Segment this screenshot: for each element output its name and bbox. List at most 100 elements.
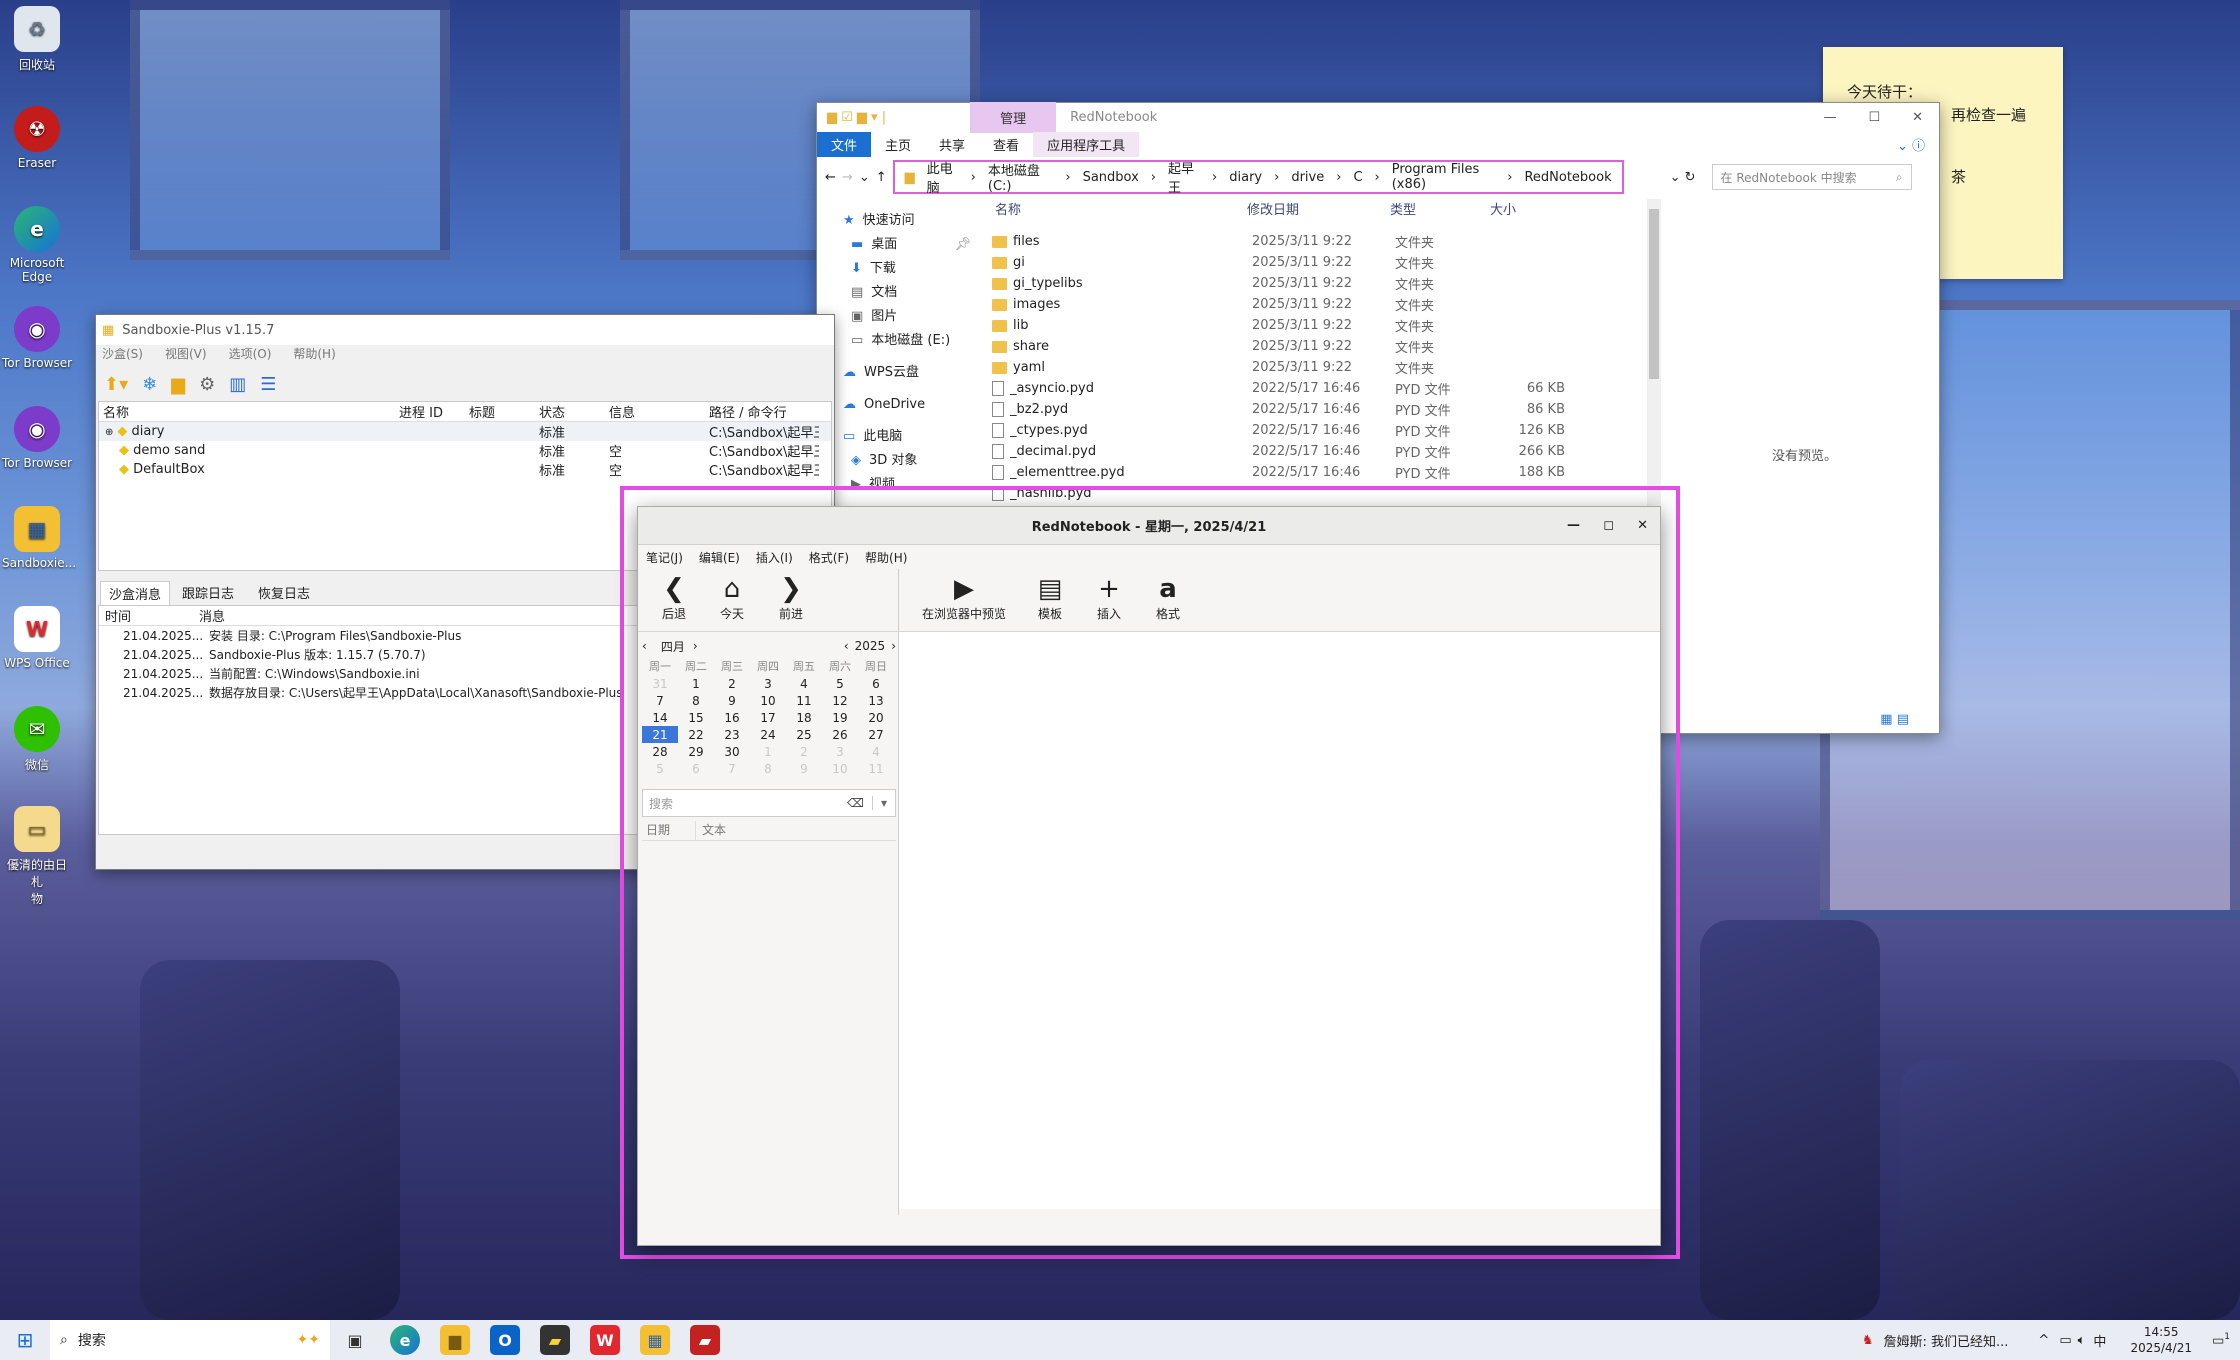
column-text[interactable]: 文本 [696,821,726,840]
column-name[interactable]: 名称 [987,199,1247,223]
breadcrumb-item[interactable]: 此电脑 [927,158,959,196]
calendar-day[interactable]: 3 [750,675,786,692]
nav-drive-e[interactable]: ▭ 本地磁盘 (E:) [817,329,977,353]
calendar-day[interactable]: 11 [786,692,822,709]
maximize-icon[interactable]: ◻ [1603,518,1614,533]
format-button[interactable]: a 格式 [1148,575,1188,622]
clock[interactable]: 14:55 2025/4/21 [2130,1324,2192,1356]
file-row[interactable]: _decimal.pyd 2022/5/17 16:46 PYD 文件 266 KB [992,441,1565,462]
today-button[interactable]: ⌂ 今天 [712,575,752,622]
desktop-icon-recycle-bin[interactable]: ♻ 回收站 [2,6,72,73]
forward-arrow-icon[interactable]: → [842,170,853,185]
list-icon[interactable]: ☰ [260,374,276,395]
notification-center-icon[interactable]: ▭1 [2212,1332,2230,1348]
calendar-day[interactable]: 10 [822,760,858,777]
gear-icon[interactable]: ⚙ [199,374,215,395]
editor-area[interactable] [899,632,1660,1209]
calendar-day[interactable]: 29 [678,743,714,760]
tray-chevron-icon[interactable]: ^ [2038,1333,2049,1348]
file-row[interactable]: _ctypes.pyd 2022/5/17 16:46 PYD 文件 126 KB [992,420,1565,441]
search-input[interactable]: 在 RedNotebook 中搜索 ⌕ [1711,164,1912,190]
calendar-day[interactable]: 4 [858,743,894,760]
desktop-icon-tor-2[interactable]: ◉ Tor Browser [2,406,72,470]
sandbox-row[interactable]: ◆ demo sand 标准空 C:\Sandbox\起早王 [99,441,831,460]
tab-view[interactable]: 查看 [979,132,1033,157]
column-name[interactable]: 名称 [99,402,399,421]
breadcrumb-item[interactable]: Program Files (x86) [1392,162,1496,192]
breadcrumb-item[interactable]: RedNotebook [1524,170,1611,185]
template-button[interactable]: ▤ 模板 [1030,575,1070,622]
notes-icon[interactable]: ▥ [229,374,246,395]
calendar-day[interactable]: 7 [642,692,678,709]
desktop-icon-sandboxie[interactable]: ▦ Sandboxie... [2,506,76,570]
file-row[interactable]: images 2025/3/11 9:22 文件夹 [992,294,1565,315]
up-arrow-icon[interactable]: ↑ [876,170,887,185]
preview-button[interactable]: ▶ 在浏览器中预览 [914,575,1014,622]
close-icon[interactable]: ✕ [1637,518,1648,533]
calendar-day[interactable]: 15 [678,709,714,726]
nav-downloads[interactable]: ⬇ 下载 [817,257,977,281]
calendar-day[interactable]: 28 [642,743,678,760]
prev-year-icon[interactable]: ‹ [844,639,849,653]
column-type[interactable]: 类型 [1390,199,1490,223]
rednotebook-icon[interactable]: ▰ [690,1325,720,1355]
tray-notification-text[interactable]: 詹姆斯: 我们已经知... [1883,1331,2008,1350]
calendar-day[interactable]: 8 [678,692,714,709]
calendar-day[interactable]: 7 [714,760,750,777]
breadcrumb-item[interactable]: C [1353,170,1362,185]
desktop-icon-wechat[interactable]: ✉ 微信 [2,706,72,773]
calendar-day[interactable]: 20 [858,709,894,726]
calendar-day[interactable]: 13 [858,692,894,709]
nav-3d-objects[interactable]: ◈ 3D 对象 [817,449,977,473]
help-icon[interactable]: ⌄ ⓘ [1883,132,1939,157]
nav-onedrive[interactable]: ☁ OneDrive [817,393,977,417]
tab-app-tools[interactable]: 应用程序工具 [1033,132,1140,157]
calendar-day[interactable]: 23 [714,726,750,743]
file-row[interactable]: _bz2.pyd 2022/5/17 16:46 PYD 文件 86 KB [992,399,1565,420]
sandboxie-icon[interactable]: ▦ [640,1325,670,1355]
start-icon[interactable]: ⊞ [0,1328,50,1352]
calendar-day[interactable]: 6 [678,760,714,777]
next-year-icon[interactable]: › [891,639,896,653]
nav-desktop[interactable]: ▬ 桌面 📌︎ [817,233,977,257]
calendar-day[interactable]: 3 [822,743,858,760]
outlook-icon[interactable]: O [490,1325,520,1355]
calendar-day[interactable]: 14 [642,709,678,726]
folder-icon[interactable]: ▆ [171,374,185,395]
maximize-icon[interactable]: ☐ [1852,110,1896,125]
calendar-day[interactable]: 8 [750,760,786,777]
file-row[interactable]: files 2025/3/11 9:22 文件夹 [992,231,1565,252]
prev-month-icon[interactable]: ‹ [642,639,647,653]
column-title[interactable]: 标题 [469,402,539,421]
calendar-day[interactable]: 2 [714,675,750,692]
sandbox-row[interactable]: ◆ DefaultBox 标准空 C:\Sandbox\起早王 [99,460,831,479]
rednotebook-window[interactable]: RedNotebook - 星期一, 2025/4/21 — ◻ ✕ 笔记(J)… [637,506,1661,1246]
file-row[interactable]: gi 2025/3/11 9:22 文件夹 [992,252,1565,273]
calendar-day[interactable]: 30 [714,743,750,760]
menu-view[interactable]: 视图(V) [165,345,207,367]
address-bar[interactable]: ▆ 此电脑 › 本地磁盘 (C:) › Sandbox › 起早王 › diary › d… [892,158,1624,196]
tab-sandbox-messages[interactable]: 沙盒消息 [100,581,171,605]
column-message[interactable]: 消息 [199,606,225,625]
forward-button[interactable]: ❯ 前进 [771,575,811,622]
menu-help[interactable]: 帮助(H) [293,345,335,367]
tab-file[interactable]: 文件 [817,132,872,157]
menu-sandbox[interactable]: 沙盒(S) [102,345,143,367]
menu-format[interactable]: 格式(F) [809,549,849,566]
menu-help[interactable]: 帮助(H) [865,549,907,566]
column-pid[interactable]: 进程 ID [399,402,469,421]
calendar-day[interactable]: 17 [750,709,786,726]
back-button[interactable]: ❮ 后退 [654,575,694,622]
calendar-day[interactable]: 2 [786,743,822,760]
tab-recovery-log[interactable]: 恢复日志 [246,581,322,605]
file-row[interactable]: gi_typelibs 2025/3/11 9:22 文件夹 [992,273,1565,294]
tab-trace-log[interactable]: 跟踪日志 [170,581,246,605]
tab-home[interactable]: 主页 [871,132,925,157]
minimize-icon[interactable]: — [1807,110,1852,125]
menu-journal[interactable]: 笔记(J) [646,549,683,566]
calendar-day[interactable]: 19 [822,709,858,726]
taskbar-search[interactable]: ⌕ 搜索 ✦✦ [50,1320,330,1360]
calendar-day[interactable]: 22 [678,726,714,743]
calendar-day[interactable]: 25 [786,726,822,743]
desktop-icon-folder[interactable]: ▭ 優清的由日札 物 [2,806,72,907]
